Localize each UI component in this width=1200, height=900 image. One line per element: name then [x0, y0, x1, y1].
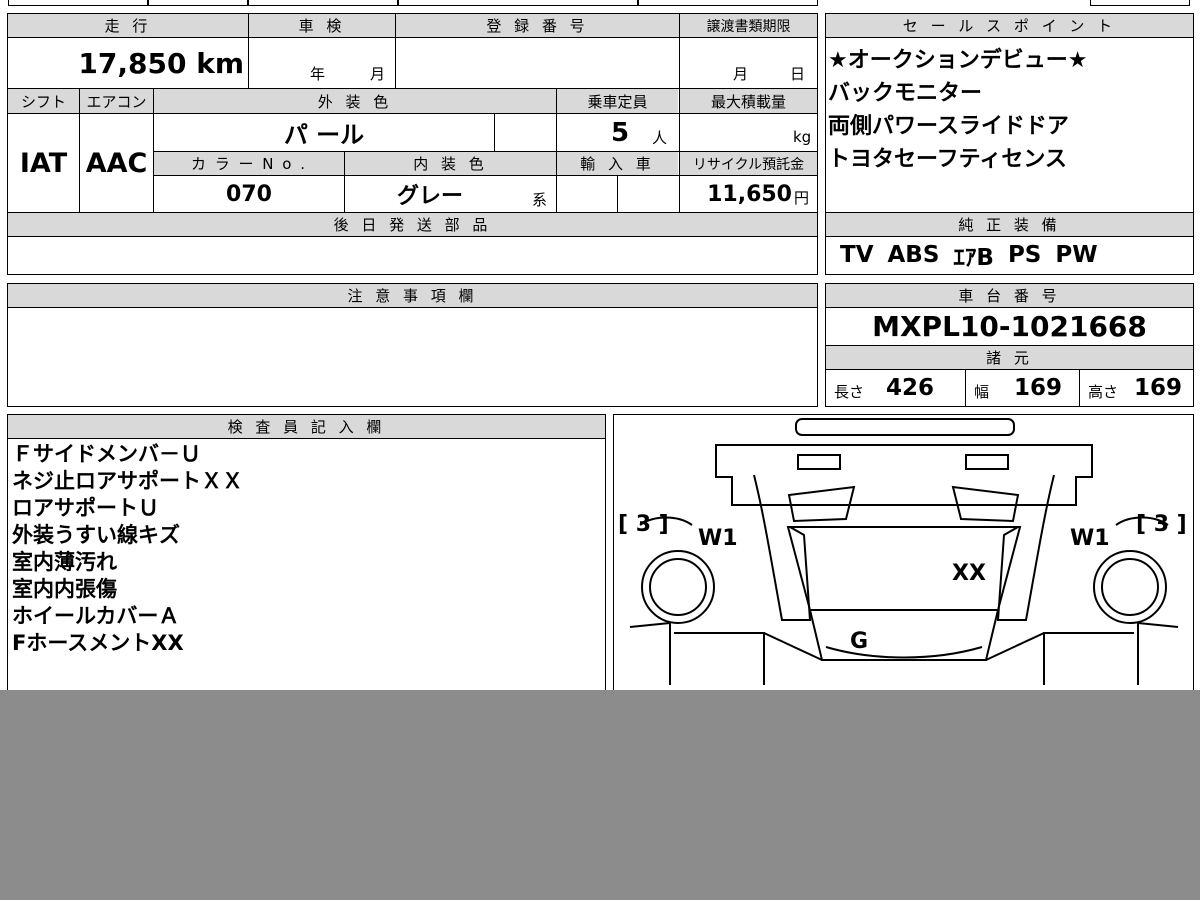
interior-color-value: グレー — [396, 184, 463, 209]
left-tire-bracket: [ 3 ] — [618, 512, 669, 537]
shift-value: IAT — [19, 147, 68, 179]
notes-value — [12, 312, 802, 342]
max-load-label: 最大積載量 — [680, 89, 817, 113]
color-no-value: 070 — [226, 181, 272, 207]
inspector-line: Ｆサイドメンバ－Ｕ — [12, 442, 201, 466]
height-label: 高さ — [1088, 382, 1119, 401]
aircon-value: AAC — [85, 147, 148, 179]
inspector-line: ネジ止ロアサポートＸＸ — [12, 469, 243, 493]
registration-value — [400, 40, 670, 86]
top-strip — [0, 0, 1200, 8]
max-load-value — [684, 116, 774, 146]
shift-label: シフト — [8, 89, 79, 113]
standard-equipment-list: TV ABS ｴｱB PS PW — [840, 238, 1190, 272]
width-value: 169 — [1014, 375, 1063, 401]
right-tire-bracket: [ 3 ] — [1136, 512, 1187, 537]
import-car-value — [560, 178, 614, 208]
specs-label: 諸 元 — [826, 346, 1193, 369]
sales-point-item: 両側パワースライドドア — [828, 114, 1069, 139]
shaken-label: 車 検 — [249, 14, 395, 37]
notes-label: 注 意 事 項 欄 — [8, 284, 817, 307]
transfer-month-unit: 月 — [733, 64, 749, 83]
inspector-line: 室内薄汚れ — [12, 550, 117, 574]
mileage-label: 走 行 — [8, 14, 248, 37]
aircon-label: エアコン — [80, 89, 153, 113]
sales-points-label: セ ー ル ス ポ イ ン ト — [826, 14, 1193, 37]
inspector-line: ホイールカバーＡ — [12, 604, 180, 628]
equipment-item: PW — [1055, 242, 1098, 268]
sales-point-item: トヨタセーフティセンス — [828, 147, 1067, 172]
inspector-line: FホースメントXX — [12, 631, 184, 655]
length-value: 426 — [886, 375, 935, 401]
equipment-item: ｴｱB — [953, 245, 994, 271]
registration-label: 登 録 番 号 — [396, 14, 679, 37]
exterior-color-value: パ ール — [283, 121, 365, 149]
recycle-fee-label: リサイクル預託金 — [680, 152, 817, 175]
max-load-unit: kg — [793, 128, 812, 146]
chassis-number-value: MXPL10-1021668 — [872, 310, 1147, 343]
shaken-month-unit: 月 — [370, 64, 386, 83]
recycle-fee-value: 11,650 — [707, 181, 792, 207]
inspector-label: 検 査 員 記 入 欄 — [8, 415, 605, 438]
exterior-color-label: 外 装 色 — [154, 89, 556, 113]
inspector-line: 外装うすい線キズ — [12, 523, 180, 547]
hood-mark: G — [850, 629, 868, 654]
inspector-line: 室内内張傷 — [12, 577, 117, 601]
capacity-value: 5 — [610, 117, 630, 148]
transfer-day-unit: 日 — [790, 64, 806, 83]
equipment-item: TV — [840, 242, 874, 268]
import-car-label: 輸 入 車 — [557, 152, 678, 175]
later-parts-label: 後 日 発 送 部 品 — [8, 213, 817, 236]
capacity-unit: 人 — [652, 128, 668, 147]
equipment-item: PS — [1007, 242, 1042, 268]
later-parts-value — [12, 240, 802, 270]
car-diagram: [ 3 ] [ 3 ] W1 W1 XX G — [618, 418, 1187, 685]
chassis-number-label: 車 台 番 号 — [826, 284, 1193, 307]
recycle-fee-unit: 円 — [794, 188, 810, 207]
inspector-lines: Ｆサイドメンバ－Ｕ ネジ止ロアサポートＸＸ ロアサポートＵ 外装うすい線キズ 室… — [12, 441, 592, 657]
left-mark: W1 — [698, 526, 738, 551]
height-value: 169 — [1134, 375, 1183, 401]
shaken-year-unit: 年 — [310, 64, 326, 83]
equipment-item: ABS — [887, 242, 940, 268]
length-label: 長さ — [834, 382, 865, 401]
transfer-deadline-label: 譲渡書類期限 — [680, 14, 817, 37]
inspector-line: ロアサポートＵ — [12, 496, 159, 520]
interior-color-unit: 系 — [532, 190, 548, 209]
capacity-label: 乗車定員 — [557, 89, 678, 113]
windshield-mark: XX — [952, 561, 986, 586]
car-outline — [629, 418, 1179, 685]
mileage-value: 17,850 km — [78, 46, 244, 80]
sales-points-list: ★オークションデビュー★ バックモニター 両側パワースライドドア トヨタセーフテ… — [828, 44, 1188, 176]
image-mask-overlay — [0, 690, 1200, 900]
sales-point-item: ★オークションデビュー★ — [828, 48, 1088, 73]
right-mark: W1 — [1070, 526, 1110, 551]
standard-equipment-label: 純 正 装 備 — [826, 213, 1193, 236]
sales-point-item: バックモニター — [828, 81, 983, 106]
color-no-label: カ ラ ー N o . — [154, 152, 344, 175]
interior-color-label: 内 装 色 — [345, 152, 556, 175]
width-label: 幅 — [974, 382, 990, 401]
